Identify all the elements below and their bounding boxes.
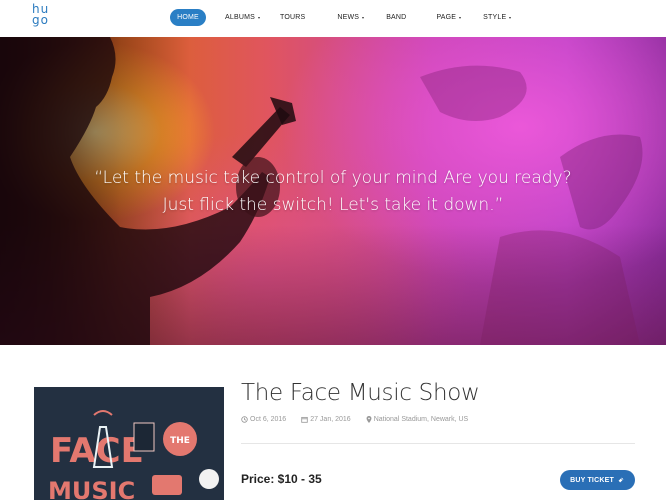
album-art-image[interactable]: FACE THE MUSIC <box>34 387 224 500</box>
site-logo[interactable]: hu go <box>32 3 54 32</box>
nav-item-band[interactable]: BAND <box>379 9 413 26</box>
event-title: The Face Music Show <box>241 380 480 406</box>
event-date: Oct 6, 2016 <box>241 416 286 423</box>
event-price: Price: $10 - 35 <box>241 472 322 486</box>
buy-ticket-button[interactable]: BUY TICKET <box>560 470 635 490</box>
site-header: hu go HOME ALBUMS TOURS NEWS BAND PAGE S… <box>0 0 666 37</box>
clock-icon <box>241 416 248 423</box>
nav-item-tours[interactable]: TOURS <box>273 9 312 26</box>
event-location-text: National Stadium, Newark, US <box>373 416 469 423</box>
quote-line-1: “Let the music take control of your mind… <box>94 168 572 188</box>
nav-item-style[interactable]: STYLE <box>476 9 518 26</box>
divider <box>241 443 635 444</box>
hero-quote: “Let the music take control of your mind… <box>0 165 666 219</box>
caret-down-icon <box>362 16 365 19</box>
quote-line-2: Just flick the switch! Let's take it dow… <box>162 195 504 215</box>
event-date-text: Oct 6, 2016 <box>250 416 287 423</box>
album-word-3: MUSIC <box>48 477 135 500</box>
buy-ticket-label: BUY TICKET <box>570 476 614 484</box>
album-word-2: THE <box>170 436 190 446</box>
event-location: National Stadium, Newark, US <box>366 416 469 423</box>
caret-down-icon <box>459 16 462 19</box>
nav-item-news[interactable]: NEWS <box>330 9 371 26</box>
logo-line-2: go <box>32 13 49 27</box>
nav-label: HOME <box>177 14 199 21</box>
nav-label: TOURS <box>280 14 306 21</box>
nav-item-albums[interactable]: ALBUMS <box>218 9 267 26</box>
nav-label: NEWS <box>337 14 360 21</box>
nav-label: BAND <box>386 14 407 21</box>
ticket-icon <box>618 477 624 483</box>
hero-banner: “Let the music take control of your mind… <box>0 37 666 345</box>
nav-label: PAGE <box>436 14 457 21</box>
nav-item-home[interactable]: HOME <box>170 9 206 26</box>
nav-label: STYLE <box>483 14 507 21</box>
nav-item-page[interactable]: PAGE <box>429 9 468 26</box>
face-music-artwork: FACE THE MUSIC <box>34 387 224 500</box>
event-calendar-date: 27 Jan, 2016 <box>301 416 351 423</box>
nav-label: ALBUMS <box>225 14 255 21</box>
event-calendar-text: 27 Jan, 2016 <box>310 416 351 423</box>
map-marker-icon <box>366 416 372 423</box>
main-nav: HOME ALBUMS TOURS NEWS BAND PAGE STYLE <box>170 9 518 26</box>
caret-down-icon <box>509 16 512 19</box>
calendar-icon <box>301 416 308 423</box>
event-meta: Oct 6, 2016 27 Jan, 2016 National Stadiu… <box>241 416 483 423</box>
caret-down-icon <box>258 16 260 19</box>
